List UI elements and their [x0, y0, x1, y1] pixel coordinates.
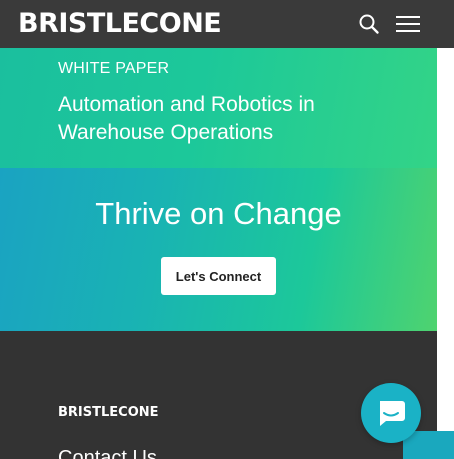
- menu-bar: [396, 23, 420, 25]
- search-icon[interactable]: [357, 12, 381, 36]
- site-header: BRISTLECONE: [0, 0, 454, 48]
- cta-band: Thrive on Change Let's Connect: [0, 168, 437, 331]
- header-logo[interactable]: BRISTLECONE: [18, 8, 222, 40]
- footer-logo[interactable]: BRISTLECONE: [58, 405, 159, 420]
- hero-eyebrow: WHITE PAPER: [58, 60, 170, 77]
- menu-bar: [396, 30, 420, 32]
- hamburger-menu-icon[interactable]: [396, 13, 420, 35]
- chat-bubble-icon[interactable]: [361, 383, 421, 443]
- footer-contact-heading: Contact Us: [58, 447, 157, 459]
- page-edge: [437, 0, 454, 459]
- menu-bar: [396, 16, 420, 18]
- cta-title: Thrive on Change: [95, 196, 342, 231]
- hero-title-link[interactable]: Automation and Robotics in Warehouse Ope…: [58, 91, 388, 147]
- lets-connect-button[interactable]: Let's Connect: [161, 257, 276, 295]
- white-paper-hero[interactable]: WHITE PAPER Automation and Robotics in W…: [0, 48, 437, 168]
